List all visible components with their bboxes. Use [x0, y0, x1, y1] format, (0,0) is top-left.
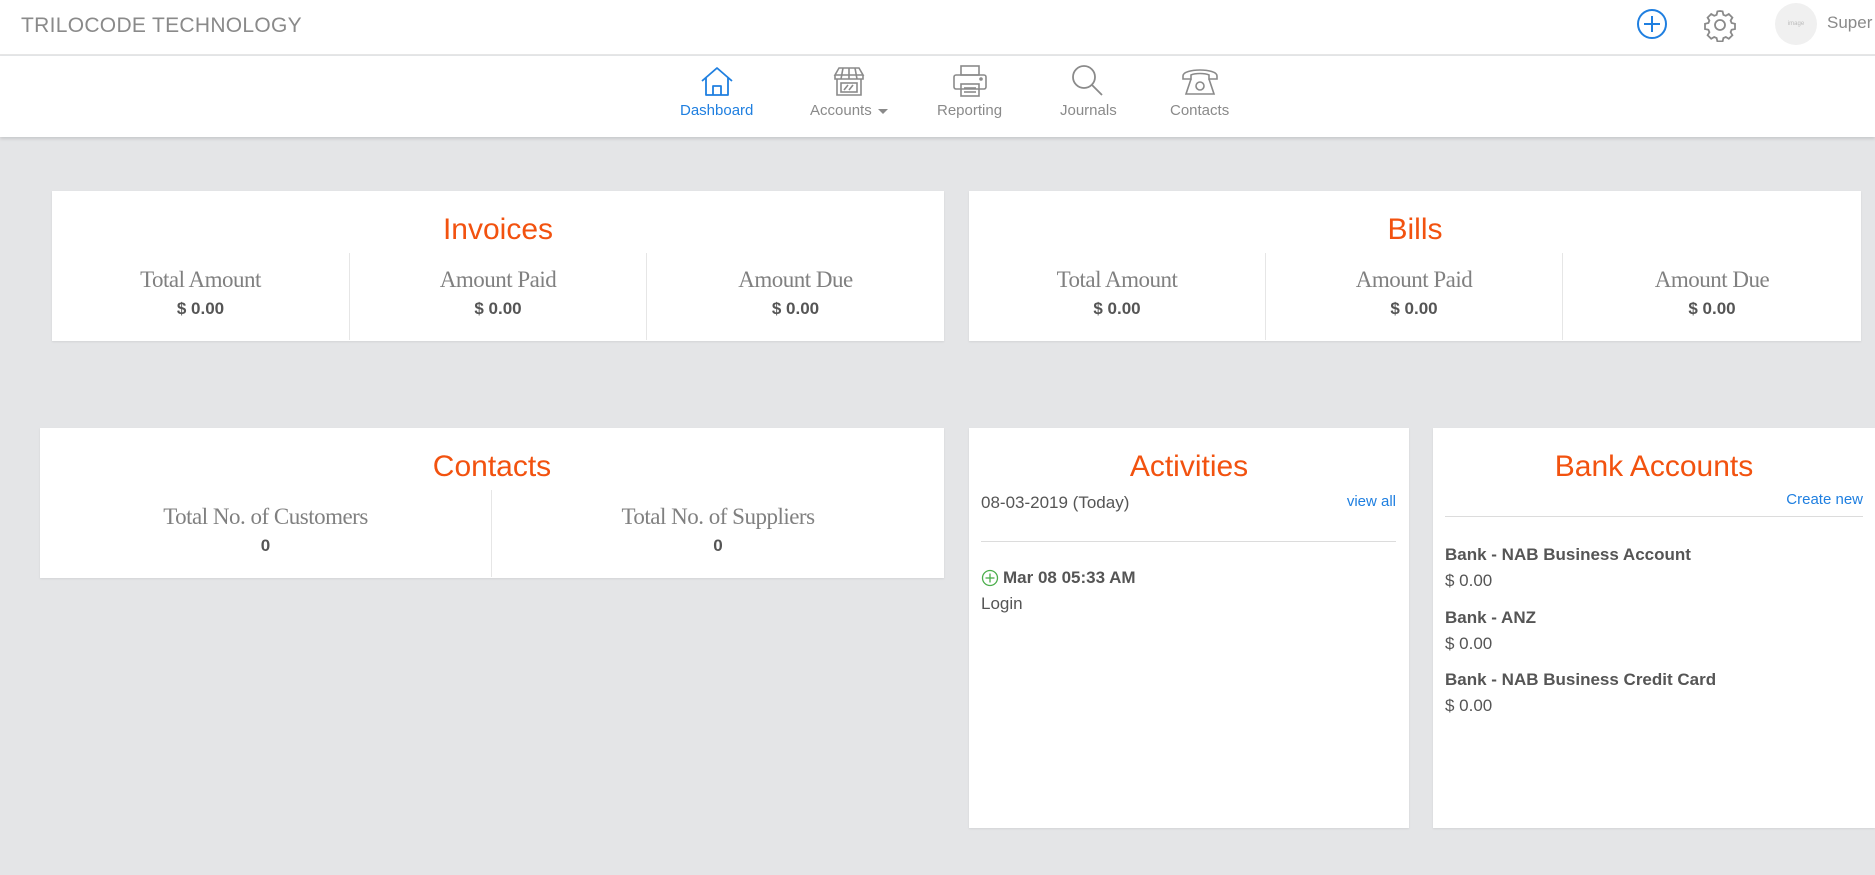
contacts-title: Contacts	[432, 450, 552, 483]
invoices-total-amount: Total Amount $ 0.00	[52, 253, 349, 340]
stat-label: Amount Due	[1654, 267, 1770, 292]
nav-contacts[interactable]: Contacts	[1170, 64, 1229, 119]
stat-label: Total No. of Suppliers	[621, 504, 815, 529]
stat-value: 0	[260, 536, 271, 555]
avatar-alt-text: image	[1787, 21, 1805, 27]
activities-title: Activities	[1129, 450, 1249, 483]
activity-text: Login	[981, 594, 1023, 613]
main-nav: Dashboard Accounts Reporting Journals Co…	[0, 56, 1875, 137]
bank-account-item[interactable]: Bank - NAB Business Account $ 0.00	[1445, 545, 1691, 591]
stat-value: $ 0.00	[1390, 299, 1438, 318]
create-new-link[interactable]: Create new	[1786, 491, 1863, 508]
bank-accounts-card: Bank Accounts Create new Bank - NAB Busi…	[1433, 428, 1875, 828]
nav-accounts[interactable]: Accounts	[810, 64, 888, 119]
plus-circle-icon	[981, 569, 999, 587]
bills-card: Bills Total Amount $ 0.00 Amount Paid $ …	[969, 191, 1861, 341]
gear-icon	[1704, 10, 1736, 43]
search-icon	[1072, 65, 1103, 96]
stat-value: $ 0.00	[1688, 299, 1736, 318]
invoices-amount-paid: Amount Paid $ 0.00	[349, 253, 646, 340]
invoices-card: Invoices Total Amount $ 0.00 Amount Paid…	[52, 191, 944, 341]
stat-value: $ 0.00	[1093, 299, 1141, 318]
nav-accounts-label: Accounts	[810, 102, 872, 119]
nav-dashboard[interactable]: Dashboard	[680, 64, 753, 119]
activities-card: Activities 08-03-2019 (Today) view all M…	[969, 428, 1409, 828]
stat-value: 0	[713, 536, 723, 555]
stat-label: Total No. of Customers	[163, 504, 368, 529]
nav-journals[interactable]: Journals	[1060, 64, 1117, 119]
stat-value: $ 0.00	[771, 299, 820, 318]
stat-label: Total Amount	[1056, 267, 1178, 292]
stat-label: Total Amount	[140, 267, 261, 292]
activity-item: Mar 08 05:33 AM Login	[981, 568, 1136, 614]
telephone-icon	[1181, 69, 1218, 95]
bank-account-name: Bank - NAB Business Credit Card	[1445, 670, 1717, 689]
contacts-card: Contacts Total No. of Customers 0 Total …	[40, 428, 944, 578]
invoices-amount-due: Amount Due $ 0.00	[646, 253, 944, 340]
brand-name[interactable]: TRILOCODE TECHNOLOGY	[21, 14, 302, 38]
bank-account-amount: $ 0.00	[1445, 571, 1493, 590]
stat-value: $ 0.00	[474, 299, 522, 318]
add-button[interactable]	[1636, 8, 1668, 40]
bank-account-amount: $ 0.00	[1445, 634, 1493, 653]
bank-account-name: Bank - NAB Business Account	[1445, 545, 1691, 564]
stat-value: $ 0.00	[176, 299, 225, 318]
nav-contacts-label: Contacts	[1170, 102, 1230, 119]
bills-total-amount: Total Amount $ 0.00	[969, 253, 1265, 340]
stat-label: Amount Paid	[439, 267, 557, 292]
chevron-down-icon	[877, 108, 888, 114]
settings-button[interactable]	[1703, 8, 1736, 43]
avatar[interactable]: image	[1775, 3, 1817, 45]
plus-circle-icon	[1637, 9, 1667, 39]
contacts-total-customers: Total No. of Customers 0	[40, 490, 491, 577]
nav-reporting[interactable]: Reporting	[937, 64, 1002, 119]
divider	[981, 541, 1396, 542]
activity-time-row: Mar 08 05:33 AM	[981, 568, 1136, 588]
home-icon	[701, 67, 733, 96]
nav-journals-label: Journals	[1060, 102, 1117, 119]
stat-label: Amount Due	[738, 267, 853, 292]
view-all-link[interactable]: view all	[1347, 493, 1396, 510]
bank-account-name: Bank - ANZ	[1445, 608, 1536, 627]
user-name[interactable]: Super	[1827, 13, 1872, 33]
nav-reporting-label: Reporting	[937, 102, 1003, 119]
activities-date: 08-03-2019 (Today)	[981, 493, 1130, 512]
bank-account-item[interactable]: Bank - ANZ $ 0.00	[1445, 608, 1536, 654]
bank-account-amount: $ 0.00	[1445, 696, 1493, 715]
bank-account-item[interactable]: Bank - NAB Business Credit Card $ 0.00	[1445, 670, 1716, 716]
bills-title: Bills	[1387, 213, 1443, 246]
top-bar: TRILOCODE TECHNOLOGY image Super	[0, 0, 1875, 55]
bills-amount-paid: Amount Paid $ 0.00	[1265, 253, 1562, 340]
nav-dashboard-label: Dashboard	[680, 102, 754, 119]
contacts-total-suppliers: Total No. of Suppliers 0	[491, 490, 944, 577]
bills-amount-due: Amount Due $ 0.00	[1562, 253, 1861, 340]
printer-icon	[952, 65, 987, 97]
bank-accounts-title: Bank Accounts	[1554, 450, 1754, 483]
divider	[1445, 516, 1863, 517]
stat-label: Amount Paid	[1355, 267, 1473, 292]
invoices-title: Invoices	[442, 213, 554, 246]
store-icon	[833, 67, 865, 96]
activity-time: Mar 08 05:33 AM	[1003, 568, 1136, 587]
